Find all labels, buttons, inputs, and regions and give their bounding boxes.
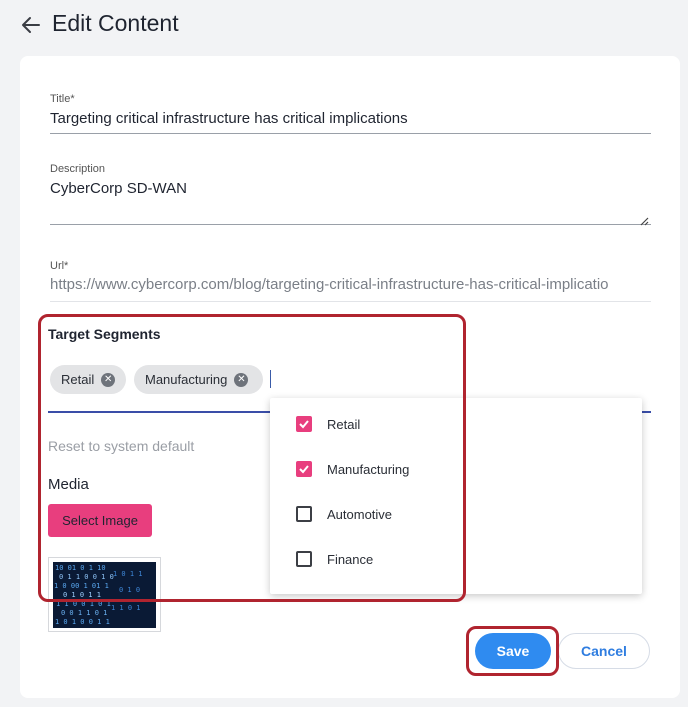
remove-chip-icon[interactable]: ✕ [234, 372, 249, 387]
svg-text:1 0 00 1 01 1: 1 0 00 1 01 1 [54, 582, 109, 590]
option-manufacturing[interactable]: Manufacturing [296, 459, 409, 479]
title-input[interactable]: Targeting critical infrastructure has cr… [50, 110, 651, 134]
chip-label: Manufacturing [145, 372, 228, 387]
option-label: Automotive [327, 506, 393, 522]
url-input[interactable]: https://www.cybercorp.com/blog/targeting… [50, 276, 651, 302]
option-finance[interactable]: Finance [296, 549, 373, 569]
page-header: Edit Content [0, 0, 688, 56]
check-icon [299, 465, 309, 474]
option-label: Manufacturing [327, 461, 410, 477]
segment-chip-manufacturing[interactable]: Manufacturing ✕ [134, 365, 263, 394]
svg-text:1 1 0 0 1 0 1: 1 1 0 0 1 0 1 [56, 600, 111, 608]
arrow-left-icon[interactable] [20, 14, 42, 36]
binary-code-image: 10 01 0 1 10 0 1 1 0 0 1 0 1 0 00 1 01 1… [53, 562, 156, 628]
svg-text:0 1 0 1 1: 0 1 0 1 1 [63, 591, 101, 599]
checkbox-checked[interactable] [296, 416, 312, 432]
option-label: Finance [327, 551, 374, 567]
url-field[interactable]: Url* https://www.cybercorp.com/blog/targ… [50, 260, 651, 302]
option-retail[interactable]: Retail [296, 414, 360, 434]
option-label: Retail [327, 416, 361, 432]
checkbox-checked[interactable] [296, 461, 312, 477]
svg-text:1 0 1 0 0 1 1: 1 0 1 0 0 1 1 [55, 618, 110, 626]
reset-to-default-link[interactable]: Reset to system default [48, 438, 194, 454]
option-automotive[interactable]: Automotive [296, 504, 392, 524]
chip-label: Retail [61, 372, 95, 387]
svg-text:10 01 0 1 10: 10 01 0 1 10 [55, 564, 106, 572]
checkbox-unchecked[interactable] [296, 551, 312, 567]
title-field[interactable]: Title* Targeting critical infrastructure… [50, 93, 651, 134]
target-segments-label: Target Segments [48, 326, 161, 342]
description-textarea[interactable]: CyberCorp SD-WAN [50, 180, 651, 225]
page-title: Edit Content [52, 10, 179, 36]
segments-dropdown: Retail Manufacturing Automotive Finance [270, 398, 642, 594]
segments-input-caret[interactable] [270, 370, 271, 388]
svg-text:1 0 1 1: 1 0 1 1 [113, 570, 143, 578]
select-image-button[interactable]: Select Image [48, 504, 152, 537]
segment-chip-retail[interactable]: Retail ✕ [50, 365, 126, 394]
title-label: Title* [50, 93, 75, 105]
media-label: Media [48, 476, 89, 493]
description-field[interactable]: Description CyberCorp SD-WAN [50, 163, 651, 231]
svg-text:0 1 1 0 0 1 0: 0 1 1 0 0 1 0 [59, 573, 114, 581]
description-label: Description [50, 163, 106, 175]
url-label: Url* [50, 260, 69, 272]
resize-handle-icon[interactable] [639, 216, 649, 226]
remove-chip-icon[interactable]: ✕ [101, 372, 116, 387]
checkbox-unchecked[interactable] [296, 506, 312, 522]
cancel-button[interactable]: Cancel [558, 633, 650, 669]
svg-text:0 1 0: 0 1 0 [119, 586, 140, 594]
check-icon [299, 420, 309, 429]
media-thumbnail[interactable]: 10 01 0 1 10 0 1 1 0 0 1 0 1 0 00 1 01 1… [48, 557, 161, 632]
svg-text:1 1 0 1: 1 1 0 1 [111, 604, 141, 612]
svg-text:0 0 1 1 0 1: 0 0 1 1 0 1 [61, 609, 107, 617]
save-button[interactable]: Save [475, 633, 551, 669]
